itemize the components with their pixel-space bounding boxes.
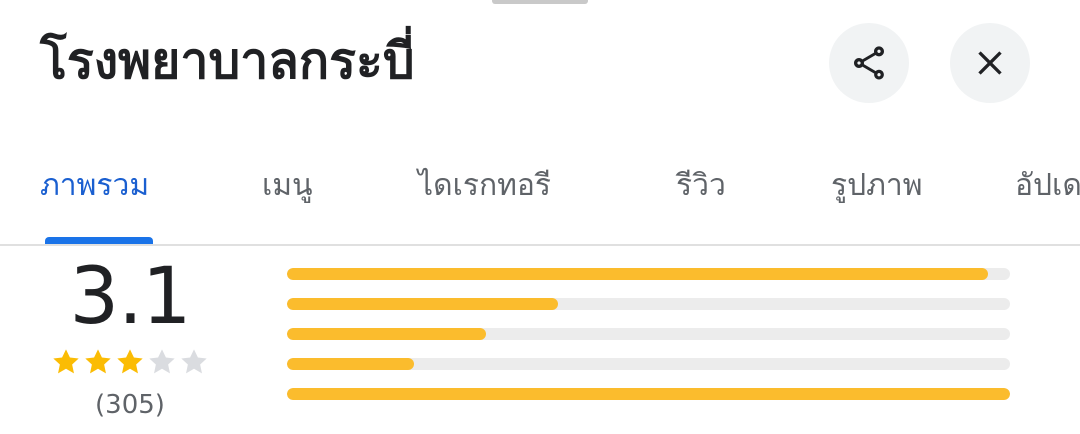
star-empty-icon <box>181 349 207 374</box>
star-filled-icon <box>53 349 79 374</box>
close-button[interactable] <box>950 23 1030 103</box>
share-button[interactable] <box>829 23 909 103</box>
tab-reviews[interactable]: รีวิว <box>676 166 726 206</box>
rating-value: 3.1 <box>69 252 191 342</box>
rating-bar-1-stars <box>287 388 1010 400</box>
rating-bar-fill <box>287 298 559 310</box>
rating-bar-2-stars <box>287 358 1010 370</box>
tab-overview[interactable]: ภาพรวม <box>40 166 149 206</box>
sheet-drag-handle[interactable] <box>492 0 588 4</box>
star-filled-icon <box>117 349 143 374</box>
rating-bar-fill <box>287 388 1010 400</box>
tab-bar: ภาพรวม เมนู ไดเรกทอรี รีวิว รูปภาพ อัปเด… <box>0 140 1080 246</box>
rating-bar-3-stars <box>287 328 1010 340</box>
tab-menu[interactable]: เมนู <box>262 166 313 206</box>
rating-bar-fill <box>287 358 414 370</box>
place-title: โรงพยาบาลกระบี่ <box>40 32 415 90</box>
star-rating <box>40 346 220 378</box>
rating-bar-4-stars <box>287 298 1010 310</box>
rating-bar-5-stars <box>287 268 1010 280</box>
star-filled-icon <box>85 349 111 374</box>
share-icon <box>854 46 884 80</box>
tab-updates[interactable]: อัปเดต <box>1015 166 1080 206</box>
rating-bar-fill <box>287 328 486 340</box>
star-empty-icon <box>149 349 175 374</box>
rating-bar-fill <box>287 268 989 280</box>
tab-photos[interactable]: รูปภาพ <box>831 166 923 206</box>
review-count: (305) <box>95 390 165 420</box>
close-icon <box>978 51 1002 75</box>
tabs-divider <box>0 244 1080 246</box>
tab-directory[interactable]: ไดเรกทอรี <box>418 166 551 206</box>
rating-summary[interactable]: 3.1 (305) <box>40 254 220 422</box>
